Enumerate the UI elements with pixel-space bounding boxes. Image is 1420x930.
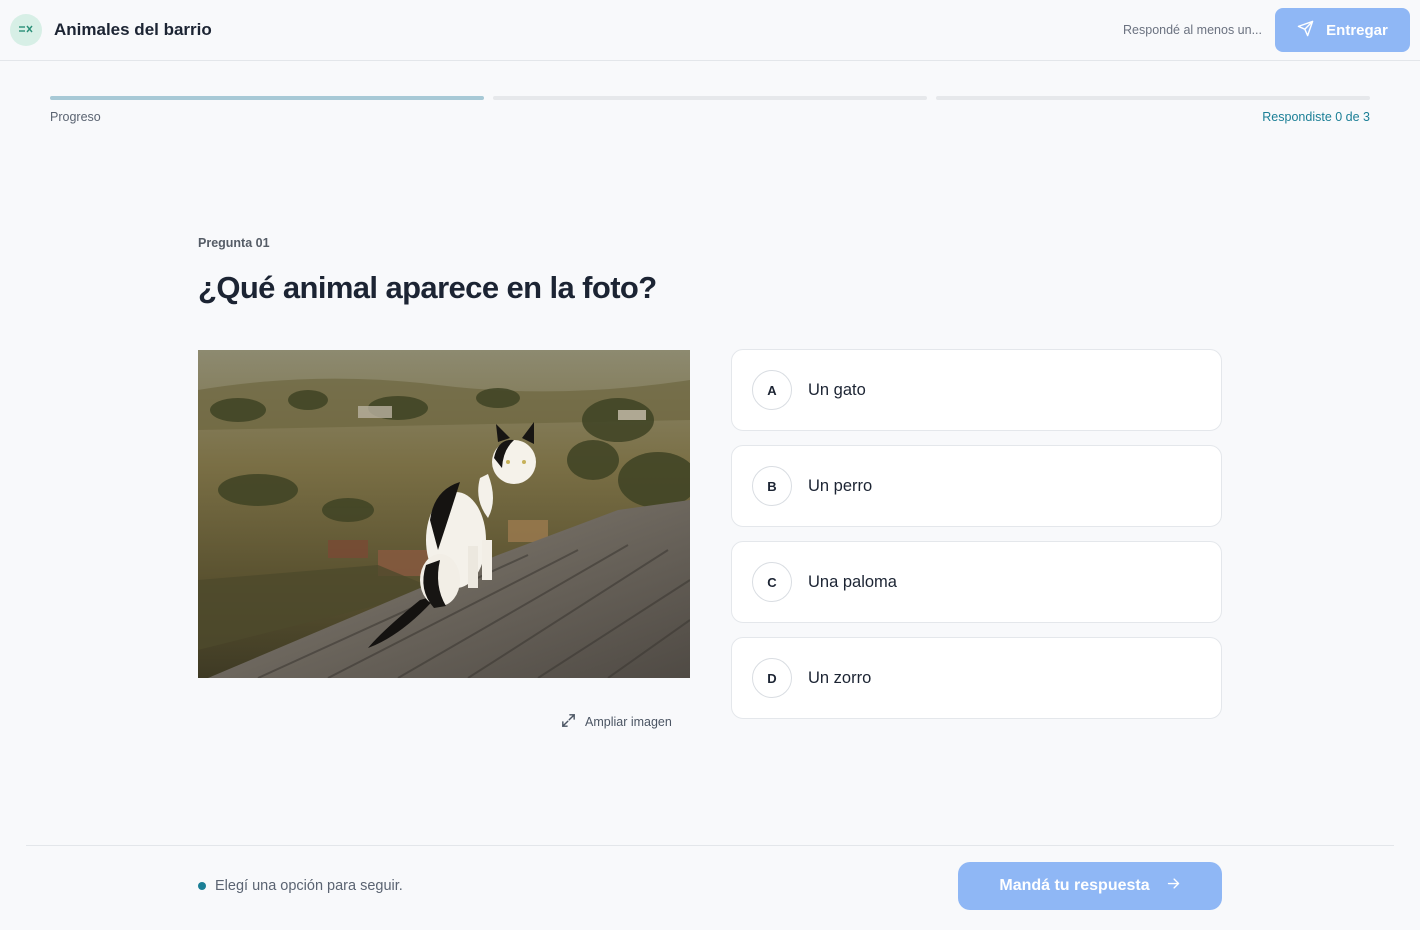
progress-label: Progreso (50, 110, 101, 124)
option-letter: D (752, 658, 792, 698)
question-title: ¿Qué animal aparece en la foto? (198, 270, 657, 305)
send-answer-button[interactable]: Mandá tu respuesta (958, 862, 1222, 910)
app-title: Animales del barrio (54, 20, 212, 39)
question-photo (198, 350, 690, 678)
option-text: Una paloma (808, 572, 897, 591)
arrow-right-icon (1166, 876, 1181, 896)
progress-indicator: Progreso Respondiste 0 de 3 (50, 96, 1370, 124)
option-a[interactable]: A Un gato (731, 349, 1222, 431)
progress-segment (936, 96, 1370, 100)
option-text: Un perro (808, 476, 873, 495)
footer-divider (26, 845, 1394, 846)
option-letter: A (752, 370, 792, 410)
option-d[interactable]: D Un zorro (731, 637, 1222, 719)
progress-bar (50, 96, 1370, 100)
option-text: Un gato (808, 380, 866, 399)
progress-segment (50, 96, 484, 100)
progress-count: Respondiste 0 de 3 (1262, 110, 1370, 124)
option-letter: C (752, 562, 792, 602)
status-text: Elegí una opción para seguir. (215, 878, 403, 894)
progress-segment (493, 96, 927, 100)
footer-status: Elegí una opción para seguir. (198, 878, 403, 894)
checklist-icon (10, 14, 42, 46)
submit-hint: Respondé al menos un... (1123, 23, 1262, 37)
top-bar: Animales del barrio Respondé al menos un… (0, 0, 1420, 61)
expand-image-label: Ampliar imagen (585, 715, 672, 729)
option-b[interactable]: B Un perro (731, 445, 1222, 527)
send-icon (1297, 20, 1314, 41)
expand-icon (560, 712, 577, 732)
expand-image-link[interactable]: Ampliar imagen (560, 712, 672, 732)
option-c[interactable]: C Una paloma (731, 541, 1222, 623)
option-text: Un zorro (808, 668, 872, 687)
question-number: Pregunta 01 (198, 236, 270, 250)
send-answer-label: Mandá tu respuesta (999, 877, 1150, 894)
option-letter: B (752, 466, 792, 506)
answer-options: A Un gato B Un perro C Una paloma D Un z… (731, 349, 1222, 719)
status-dot (198, 882, 206, 890)
submit-button-label: Entregar (1326, 21, 1388, 39)
submit-button[interactable]: Entregar (1275, 8, 1410, 52)
